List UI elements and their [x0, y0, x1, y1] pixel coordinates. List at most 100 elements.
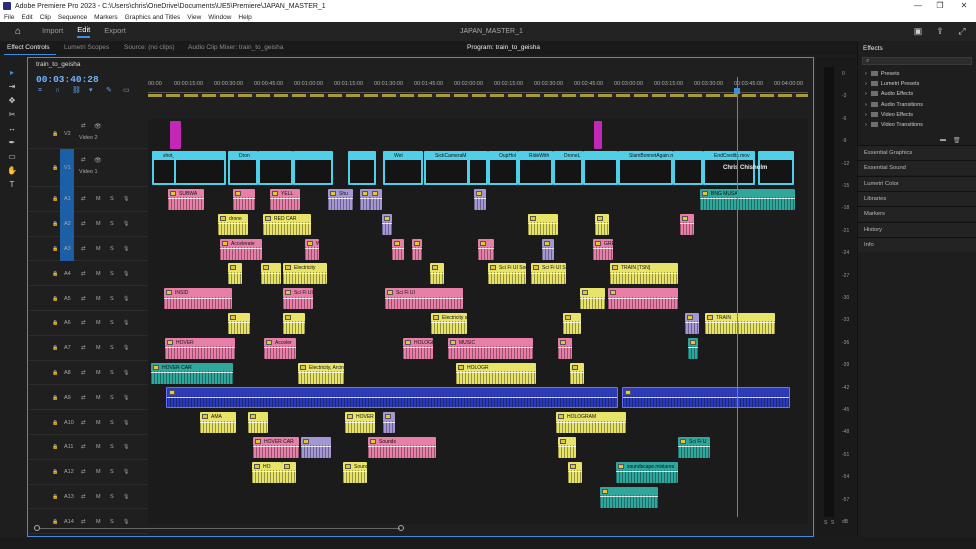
audio-clip[interactable]: TRAIN [TSN] — [610, 263, 678, 285]
audio-clip[interactable]: Sci Fi UI Sou — [488, 263, 526, 285]
tab-program[interactable]: Program: train_to_geisha — [467, 44, 540, 51]
audio-clip[interactable]: HOVER CAR — [151, 362, 233, 384]
lock-icon[interactable]: 🔒 — [52, 131, 58, 137]
solo-button[interactable]: S — [110, 420, 114, 426]
audio-clip[interactable] — [570, 362, 584, 384]
mute-button[interactable]: M — [96, 395, 101, 401]
menu-clip[interactable]: Clip — [40, 14, 51, 21]
audio-clip[interactable] — [301, 437, 331, 458]
volume-rubberband[interactable] — [488, 272, 526, 274]
audio-clip[interactable] — [680, 213, 694, 235]
solo-button[interactable]: S — [110, 370, 114, 376]
meter-solo-left[interactable]: S — [824, 520, 827, 526]
mic-icon[interactable]: 🎙 — [123, 320, 129, 326]
audio-clip[interactable] — [283, 313, 305, 334]
solo-button[interactable]: S — [110, 469, 114, 475]
volume-rubberband[interactable] — [595, 223, 609, 225]
audio-clip[interactable] — [563, 313, 581, 334]
sync-lock-icon[interactable]: ⇄ — [81, 444, 86, 450]
audio-clip[interactable] — [233, 189, 255, 210]
effects-search-input[interactable]: ⌕ — [862, 57, 972, 65]
volume-rubberband[interactable] — [610, 272, 678, 274]
tab-edit[interactable]: Edit — [77, 25, 91, 38]
track-select-icon[interactable]: ⇥ — [6, 81, 18, 93]
new-bin-icon[interactable]: ▬ — [940, 137, 946, 143]
effects-folder[interactable]: › Audio Transitions — [865, 102, 923, 108]
lock-icon[interactable]: 🔒 — [52, 165, 58, 171]
volume-rubberband[interactable] — [370, 198, 382, 200]
video-clip[interactable] — [583, 151, 618, 185]
video-clip[interactable] — [468, 151, 488, 185]
volume-rubberband[interactable] — [167, 396, 617, 398]
audio-clip[interactable]: SoundsClose Earth_pro — [343, 461, 367, 483]
minimize-button[interactable]: — — [908, 0, 928, 12]
expand-icon[interactable]: ⤢ — [956, 26, 968, 36]
audio-clip[interactable]: Sci Fi U — [678, 437, 710, 458]
volume-rubberband[interactable] — [431, 322, 467, 324]
playhead-handle[interactable] — [734, 88, 740, 94]
audio-clip[interactable]: HOLOGR — [456, 362, 536, 384]
audio-clip[interactable]: SUBWA — [168, 189, 204, 210]
sequence-tab[interactable]: train_to_geisha — [36, 61, 80, 68]
volume-rubberband[interactable] — [705, 322, 775, 324]
pen-tool-icon[interactable]: ✒ — [6, 137, 18, 149]
hand-tool-icon[interactable]: ✋ — [6, 165, 18, 177]
volume-rubberband[interactable] — [261, 272, 281, 274]
video-clip[interactable]: SickCameraM — [424, 151, 469, 185]
audio-clip[interactable] — [412, 238, 422, 260]
ripple-edit-icon[interactable]: ✥ — [6, 95, 18, 107]
audio-clip[interactable]: Electricity sound effect.wa — [431, 313, 467, 334]
volume-rubberband[interactable] — [228, 322, 250, 324]
volume-rubberband[interactable] — [218, 223, 248, 225]
snap-icon[interactable]: ∩ — [55, 87, 63, 94]
volume-rubberband[interactable] — [616, 471, 678, 473]
rectangle-tool-icon[interactable]: ▭ — [6, 151, 18, 163]
video-clip[interactable]: OupHol — [488, 151, 518, 185]
mute-button[interactable]: M — [96, 221, 101, 227]
menu-graphics[interactable]: Graphics and Titles — [125, 14, 181, 21]
volume-rubberband[interactable] — [531, 272, 566, 274]
volume-rubberband[interactable] — [253, 446, 299, 448]
slip-tool-icon[interactable]: ↔ — [6, 123, 18, 135]
mic-icon[interactable]: 🎙 — [123, 395, 129, 401]
volume-rubberband[interactable] — [228, 272, 242, 274]
audio-clip[interactable]: HOLOGRAM — [556, 412, 626, 434]
volume-rubberband[interactable] — [608, 297, 678, 299]
mute-button[interactable]: M — [96, 444, 101, 450]
volume-rubberband[interactable] — [168, 198, 204, 200]
volume-rubberband[interactable] — [382, 223, 392, 225]
marker-icon[interactable]: ▾ — [89, 86, 97, 94]
horizontal-zoom-scrollbar[interactable] — [34, 524, 804, 532]
mute-button[interactable]: M — [96, 271, 101, 277]
mic-icon[interactable]: 🎙 — [123, 345, 129, 351]
sync-lock-icon[interactable]: ⇄ — [81, 320, 86, 326]
audio-clip[interactable]: BNG MUSA — [700, 189, 795, 210]
lock-icon[interactable]: 🔒 — [52, 221, 58, 227]
audio-clip[interactable]: HOVER CAR — [253, 437, 299, 458]
volume-rubberband[interactable] — [563, 322, 581, 324]
sync-lock-icon[interactable]: ⇄ — [81, 370, 86, 376]
volume-rubberband[interactable] — [263, 223, 311, 225]
mute-button[interactable]: M — [96, 296, 101, 302]
menu-edit[interactable]: Edit — [21, 14, 32, 21]
side-panel-section[interactable]: Essential Sound — [858, 160, 976, 176]
effects-folder[interactable]: › Video Transitions — [865, 122, 923, 128]
solo-button[interactable]: S — [110, 494, 114, 500]
audio-clip[interactable]: MUSIC — [448, 337, 533, 359]
mute-button[interactable]: M — [96, 246, 101, 252]
volume-rubberband[interactable] — [252, 471, 282, 473]
tab-source[interactable]: Source: (no clips) — [124, 44, 175, 51]
volume-rubberband[interactable] — [558, 446, 576, 448]
audio-clip[interactable]: AMA — [200, 412, 236, 434]
tab-lumetri-scopes[interactable]: Lumetri Scopes — [64, 44, 109, 51]
trash-icon[interactable]: 🗑 — [953, 137, 961, 144]
volume-rubberband[interactable] — [700, 198, 795, 200]
video-clip[interactable] — [174, 151, 226, 185]
menu-help[interactable]: Help — [238, 14, 251, 21]
solo-button[interactable]: S — [110, 296, 114, 302]
volume-rubberband[interactable] — [556, 421, 626, 423]
effects-folder[interactable]: › Lumetri Presets — [865, 81, 919, 87]
volume-rubberband[interactable] — [600, 496, 658, 498]
audio-clip[interactable] — [528, 213, 558, 235]
video-clip[interactable] — [258, 151, 293, 185]
